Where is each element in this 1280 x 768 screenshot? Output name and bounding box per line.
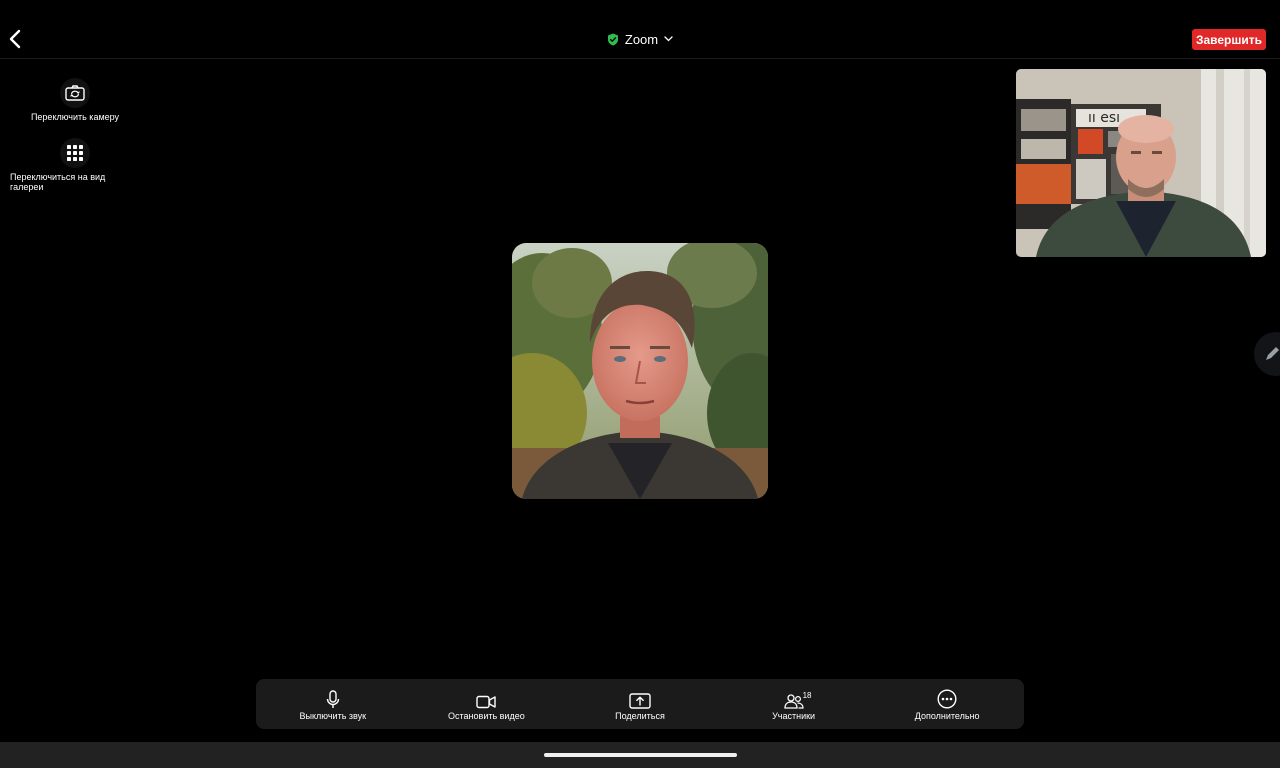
active-speaker-video[interactable] (512, 243, 768, 499)
video-frame (512, 243, 768, 499)
annotate-button[interactable] (1254, 332, 1280, 376)
poster-text-decor: ıı esı (1088, 110, 1120, 126)
pen-icon (1266, 347, 1279, 360)
stop-video-button[interactable]: Остановить видео (411, 679, 561, 729)
gallery-view-button[interactable]: Переключиться на вид галереи (10, 138, 140, 192)
switch-camera-button[interactable]: Переключить камеру (30, 78, 120, 122)
meeting-title: Zoom (624, 31, 659, 47)
participants-button[interactable]: 18 Участники (719, 679, 869, 729)
meeting-toolbar: Выключить звук Остановить видео Поделить… (256, 679, 1024, 729)
grid-icon (67, 145, 83, 161)
home-indicator[interactable] (544, 753, 737, 757)
participants-icon (783, 694, 804, 709)
microphone-icon (326, 690, 339, 708)
more-label: Дополнительно (914, 711, 980, 721)
video-camera-icon (476, 695, 497, 709)
shield-check-icon (607, 33, 618, 45)
end-meeting-button[interactable]: Завершить (1192, 29, 1266, 50)
top-bar: Zoom Завершить (0, 0, 1280, 59)
gallery-view-label: Переключиться на вид галереи (10, 172, 106, 192)
participant-thumbnail-video[interactable]: ıı esı (1016, 69, 1266, 257)
stop-video-label: Остановить видео (448, 711, 525, 721)
more-button[interactable]: Дополнительно (872, 679, 1022, 729)
mute-label: Выключить звук (299, 711, 367, 721)
participants-count-badge: 18 (802, 691, 812, 700)
chevron-down-icon (664, 36, 673, 42)
more-icon (937, 689, 957, 709)
zoom-meeting-screen: Zoom Завершить Переключить камеру Перекл… (0, 0, 1280, 768)
share-button[interactable]: Поделиться (565, 679, 715, 729)
switch-camera-label: Переключить камеру (30, 112, 120, 122)
share-screen-icon (629, 693, 651, 709)
system-nav-bar (0, 742, 1280, 768)
participants-label: Участники (772, 711, 816, 721)
camera-switch-icon (65, 85, 85, 101)
meeting-title-dropdown[interactable]: Zoom (0, 28, 1280, 50)
thumbnail-frame: ıı esı (1016, 69, 1266, 257)
share-label: Поделиться (615, 711, 665, 721)
mute-button[interactable]: Выключить звук (258, 679, 408, 729)
